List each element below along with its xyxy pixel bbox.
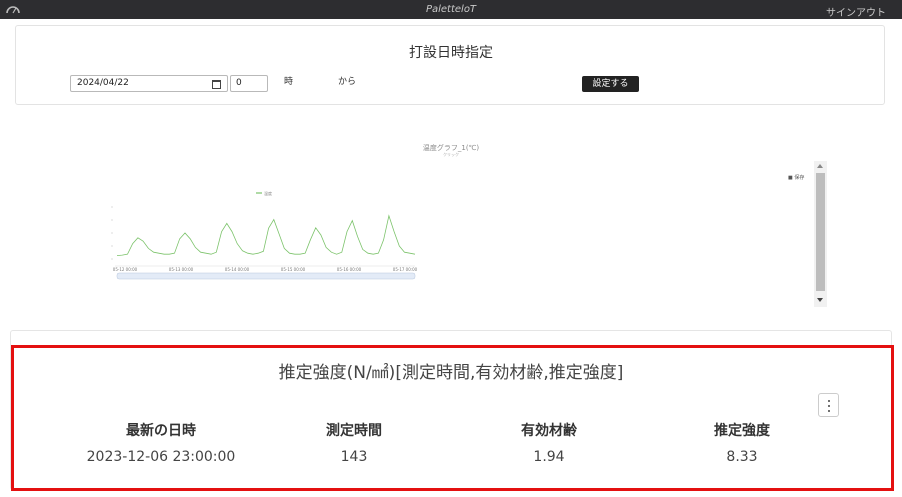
from-label: から: [338, 77, 357, 87]
latest-datetime-column: 最新の日時 2023-12-06 23:00:00: [61, 420, 261, 465]
kebab-menu-icon: [828, 410, 830, 412]
kebab-menu-icon: [828, 405, 830, 407]
export-label: 保存: [794, 175, 805, 181]
x-tick-label: 05-16 00:00: [337, 267, 362, 272]
date-setting-title: 打設日時指定: [409, 45, 493, 61]
date-setting-card: 打設日時指定 2024/04/22 0 時 から 設定する: [15, 25, 885, 105]
column-value: 2023-12-06 23:00:00: [86, 449, 236, 465]
date-value: 2024/04/22: [77, 78, 129, 88]
chart-subtitle: クリック: [443, 152, 459, 157]
export-button[interactable]: ■ 保存: [788, 174, 804, 181]
temperature-chart: 温度 05-12 00:00 05-13 00:00 05-14 00:00 05-1…: [95, 140, 835, 310]
estimated-strength-column: 推定強度 8.33: [642, 420, 842, 465]
x-tick-label: 05-17 00:00: [393, 267, 418, 272]
range-navigator[interactable]: [116, 272, 416, 280]
document-icon: ■: [788, 175, 793, 181]
effective-age-column: 有効材齢 1.94: [449, 420, 649, 465]
strength-title: 推定強度(N/㎟)[測定時間,有効材齢,推定強度]: [278, 363, 624, 383]
column-value: 8.33: [726, 449, 758, 465]
column-header: 推定強度: [714, 423, 770, 439]
signout-link[interactable]: サインアウト: [826, 4, 886, 19]
hour-input[interactable]: 0: [230, 75, 268, 92]
column-header: 最新の日時: [126, 423, 196, 439]
kebab-menu-button[interactable]: [818, 393, 839, 417]
set-button[interactable]: 設定する: [582, 76, 639, 92]
scroll-up-icon[interactable]: [817, 164, 823, 168]
date-input[interactable]: 2024/04/22: [70, 75, 228, 92]
chart-scrollbar[interactable]: [814, 161, 827, 307]
x-tick-label: 05-15 00:00: [281, 267, 306, 272]
series-line: [116, 214, 416, 256]
top-navbar: PaletteloT サインアウト: [0, 0, 902, 19]
x-tick-label: 05-14 00:00: [225, 267, 250, 272]
calendar-icon[interactable]: [212, 80, 221, 89]
chart-canvas: 温度 05-12 00:00 05-13 00:00 05-14 00:00 05-1…: [111, 190, 418, 280]
scroll-thumb[interactable]: [816, 173, 825, 291]
column-value: 1.94: [533, 449, 565, 465]
x-tick-label: 05-12 00:00: [113, 267, 138, 272]
app-title: PaletteloT: [425, 4, 477, 15]
column-value: 143: [340, 449, 368, 465]
hour-unit-label: 時: [284, 77, 294, 87]
kebab-menu-icon: [828, 400, 830, 402]
column-header: 有効材齢: [521, 423, 577, 439]
legend-label[interactable]: 温度: [264, 190, 272, 196]
column-header: 測定時間: [326, 423, 382, 439]
measure-time-column: 測定時間 143: [254, 420, 454, 465]
x-tick-label: 05-13 00:00: [169, 267, 194, 272]
scroll-down-icon[interactable]: [817, 298, 823, 302]
